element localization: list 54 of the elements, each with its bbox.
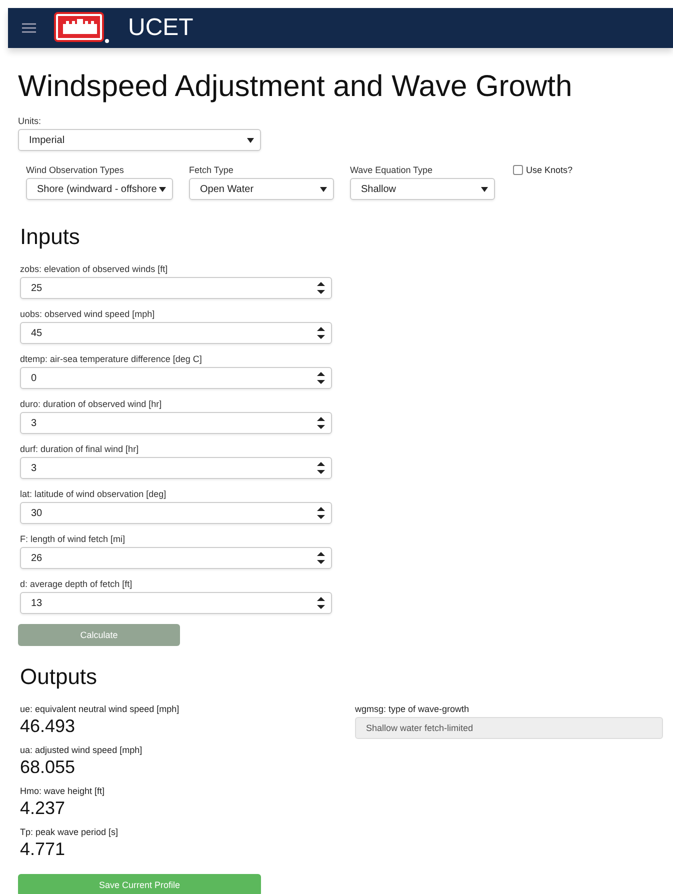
- number-input[interactable]: 26: [20, 547, 332, 569]
- spinner-icon[interactable]: [317, 507, 325, 519]
- field-label: zobs: elevation of observed winds [ft]: [20, 264, 169, 274]
- output-label: ue: equivalent neutral wind speed [mph]: [20, 704, 180, 714]
- spinner-icon[interactable]: [317, 462, 325, 474]
- caret-icon: [247, 138, 254, 142]
- field-label: durf: duration of final wind [hr]: [20, 444, 140, 454]
- number-input[interactable]: 13: [20, 592, 332, 614]
- caret-icon: [481, 186, 488, 192]
- output-value: 4.771: [20, 839, 66, 860]
- output-label: wgmsg: type of wave-growth: [355, 704, 470, 714]
- units-select[interactable]: Imperial: [18, 129, 261, 151]
- dropdown-select[interactable]: Shallow: [350, 178, 495, 200]
- number-input[interactable]: 3: [20, 457, 332, 479]
- castle-logo-icon: [54, 12, 110, 44]
- checkbox-label: Use Knots?: [526, 165, 573, 175]
- field-label: F: length of wind fetch [mi]: [20, 534, 126, 544]
- field-label: Fetch Type: [189, 165, 234, 175]
- caret-icon: [159, 186, 166, 192]
- field-label: Wind Observation Types: [26, 165, 125, 175]
- spinner-icon[interactable]: [317, 417, 325, 429]
- number-input[interactable]: 3: [20, 412, 332, 434]
- output-label: Hmo: wave height [ft]: [20, 786, 106, 796]
- menu-icon[interactable]: [22, 23, 36, 33]
- output-value: 68.055: [20, 757, 76, 778]
- caret-icon: [320, 186, 327, 192]
- field-label: Wave Equation Type: [350, 165, 434, 175]
- number-input[interactable]: 0: [20, 367, 332, 389]
- output-value: 4.237: [20, 798, 66, 819]
- number-input[interactable]: 45: [20, 322, 332, 344]
- dropdown-select[interactable]: Shore (windward - offshore: [26, 178, 173, 200]
- spinner-icon[interactable]: [317, 552, 325, 564]
- spinner-icon[interactable]: [317, 372, 325, 384]
- output-value: 46.493: [20, 716, 76, 737]
- output-label: ua: adjusted wind speed [mph]: [20, 745, 144, 755]
- page-title: Windspeed Adjustment and Wave Growth: [18, 70, 574, 104]
- app-name: UCET: [128, 14, 194, 42]
- number-input[interactable]: 25: [20, 277, 332, 299]
- readonly-field: Shallow water fetch-limited: [355, 717, 663, 739]
- checkbox[interactable]: [513, 165, 523, 175]
- field-label: d: average depth of fetch [ft]: [20, 579, 134, 589]
- field-label: lat: latitude of wind observation [deg]: [20, 489, 168, 499]
- field-label: uobs: observed wind speed [mph]: [20, 309, 156, 319]
- spinner-icon[interactable]: [317, 597, 325, 609]
- output-label: Tp: peak wave period [s]: [20, 827, 120, 837]
- field-label: Units:: [18, 116, 42, 126]
- spinner-icon[interactable]: [317, 327, 325, 339]
- section-heading: Outputs: [20, 664, 98, 690]
- field-label: dtemp: air-sea temperature difference [deg C]: [20, 354, 203, 364]
- field-label: duro: duration of observed wind [hr]: [20, 399, 163, 409]
- section-heading: Inputs: [20, 224, 81, 250]
- dropdown-select[interactable]: Open Water: [189, 178, 334, 200]
- number-input[interactable]: 30: [20, 502, 332, 524]
- spinner-icon[interactable]: [317, 282, 325, 294]
